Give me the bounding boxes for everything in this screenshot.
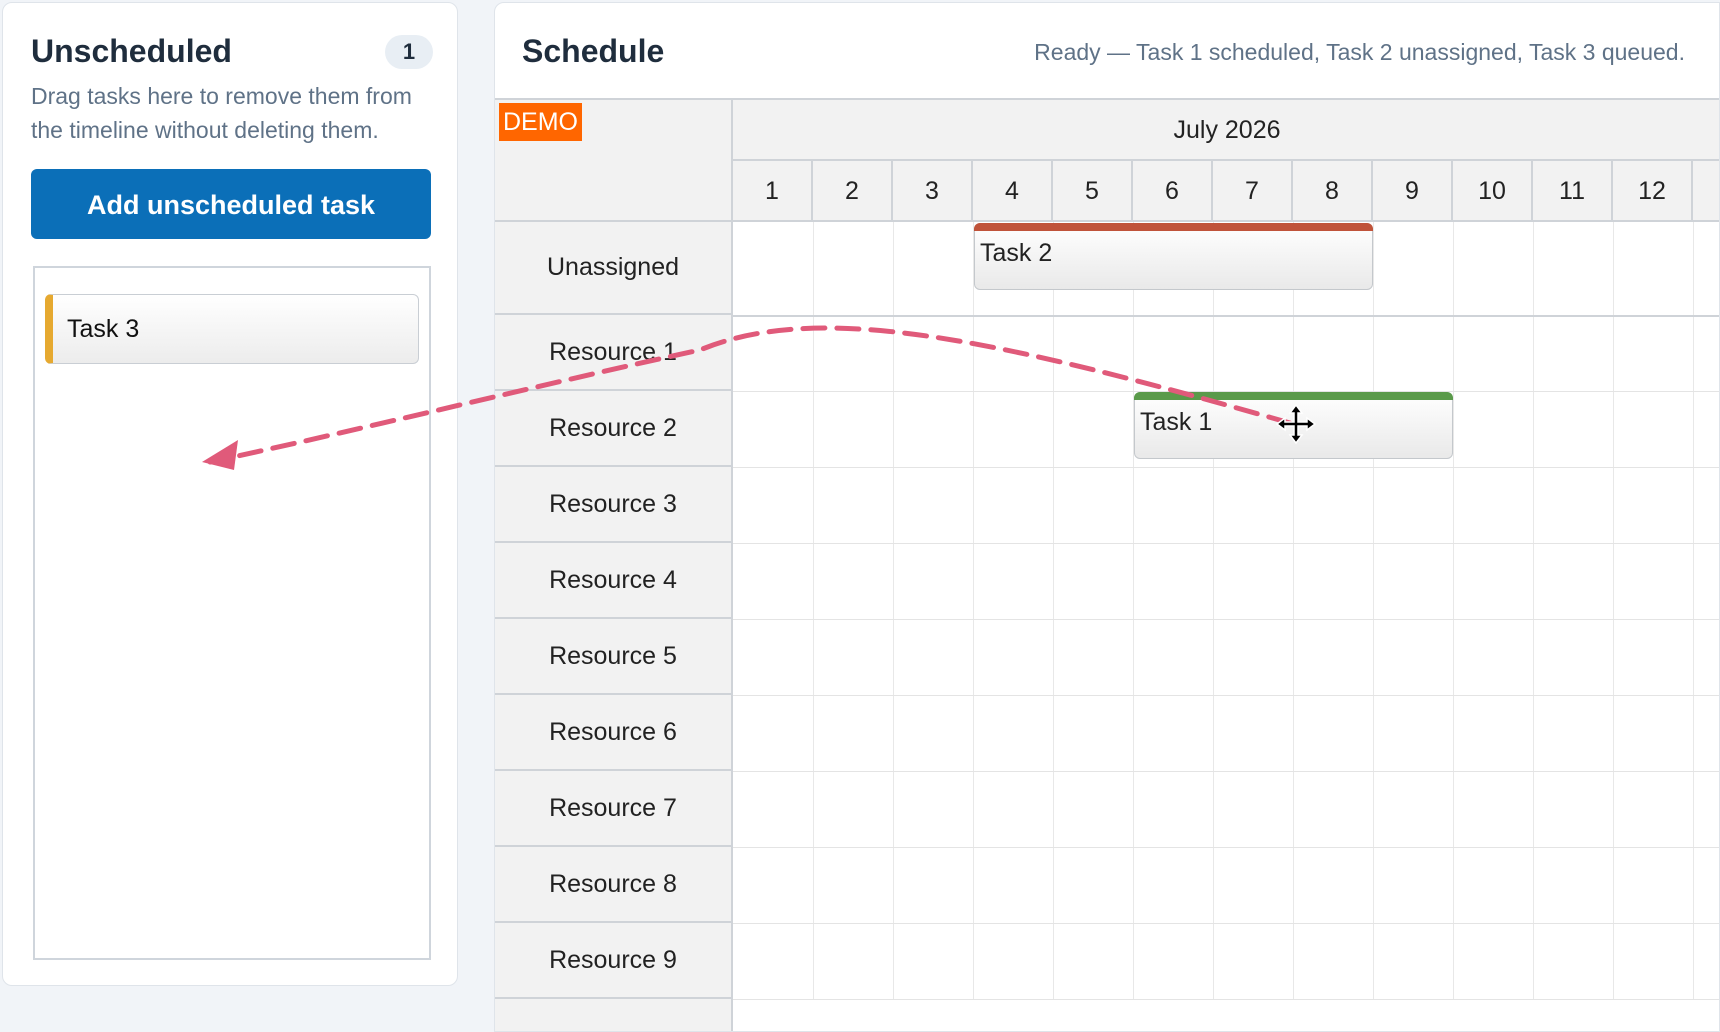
grid-column-line [1693,222,1694,999]
unscheduled-description: Drag tasks here to remove them from the … [31,83,412,143]
resource-row-resource-3: Resource 3 [495,467,731,543]
grid-row-line [733,999,1719,1000]
day-header-11: 11 [1533,161,1613,220]
grid-column-line [1133,222,1134,999]
event-color-bar [1134,392,1453,400]
grid-column-line [813,222,814,999]
resource-row-resource-7: Resource 7 [495,771,731,847]
grid-column-line [1373,222,1374,999]
grid-column-line [1613,222,1614,999]
grid-row-line [733,771,1719,772]
event-label: Task 1 [1140,408,1213,436]
grid-column-line [893,222,894,999]
day-header-6: 6 [1133,161,1213,220]
unscheduled-count-badge: 1 [385,35,433,69]
scheduler-corner: DEMO [495,100,733,222]
unscheduled-drop-zone[interactable]: Task 3 [33,266,431,960]
day-header-7: 7 [1213,161,1293,220]
day-header-3: 3 [893,161,973,220]
event-color-bar [974,223,1373,231]
day-header-12: 12 [1613,161,1693,220]
grid-column-line [1053,222,1054,999]
resource-row-resource-1: Resource 1 [495,315,731,391]
day-header-4: 4 [973,161,1053,220]
resource-row-resource-6: Resource 6 [495,695,731,771]
timeline-grid[interactable]: Task 2 Task 1 [733,222,1719,1031]
schedule-panel: Schedule Ready — Task 1 scheduled, Task … [494,2,1720,1032]
add-unscheduled-task-button[interactable]: Add unscheduled task [31,169,431,239]
schedule-status-text: Ready — Task 1 scheduled, Task 2 unassig… [1034,39,1685,65]
resource-row-resource-2: Resource 2 [495,391,731,467]
event-task-2[interactable]: Task 2 [974,223,1373,290]
grid-column-line [1293,222,1294,999]
grid-column-line [973,222,974,999]
day-header-5: 5 [1053,161,1133,220]
resource-header-column: Unassigned Resource 1 Resource 2 Resource 3… [495,222,733,1031]
day-header-row: 12345678910111213 [733,161,1719,222]
event-task-1[interactable]: Task 1 [1134,392,1453,459]
day-header-13: 13 [1693,161,1719,220]
grid-row-line [733,543,1719,544]
resource-row-resource-5: Resource 5 [495,619,731,695]
grid-column-line [1453,222,1454,999]
resource-row-resource-8: Resource 8 [495,847,731,923]
grid-column-line [1533,222,1534,999]
grid-row-line [733,467,1719,468]
grid-column-line [1213,222,1214,999]
grid-row-line [733,695,1719,696]
scheduler: DEMO July 2026 12345678910111213 Unassig… [495,98,1719,1031]
grid-row-line [733,619,1719,620]
unscheduled-panel: Unscheduled 1 Drag tasks here to remove … [2,2,458,986]
resource-row-resource-9: Resource 9 [495,923,731,999]
demo-badge: DEMO [499,103,582,141]
resource-row-unassigned: Unassigned [495,222,731,315]
day-header-10: 10 [1453,161,1533,220]
resource-row-resource-4: Resource 4 [495,543,731,619]
schedule-title: Schedule [522,33,665,69]
event-label: Task 2 [980,239,1053,267]
day-header-9: 9 [1373,161,1453,220]
grid-row-line [733,923,1719,924]
unscheduled-task-item[interactable]: Task 3 [45,294,419,364]
day-header-1: 1 [733,161,813,220]
day-header-2: 2 [813,161,893,220]
month-header: July 2026 [733,100,1719,161]
day-header-8: 8 [1293,161,1373,220]
grid-row-line [733,847,1719,848]
unscheduled-title: Unscheduled [31,33,232,69]
grid-row-line [733,315,1719,317]
